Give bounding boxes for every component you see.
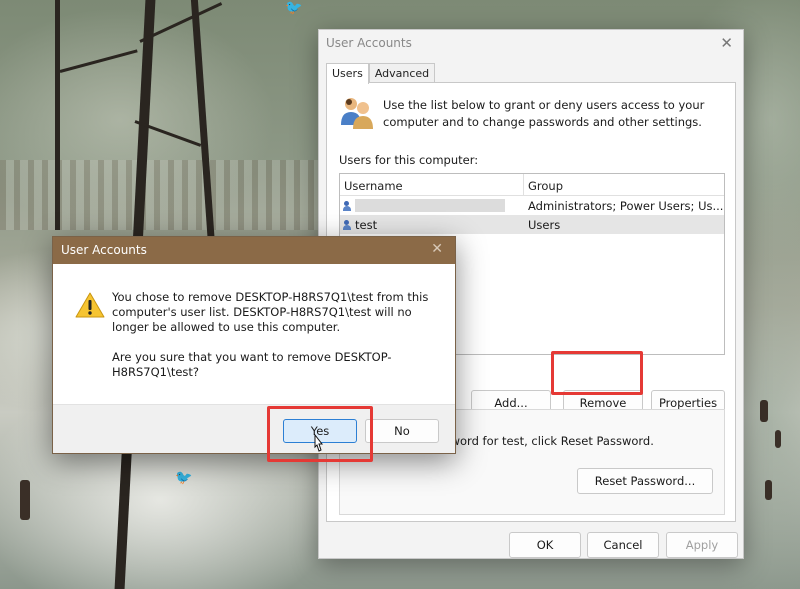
username-text: test — [355, 217, 378, 232]
close-icon[interactable]: ✕ — [431, 241, 443, 257]
table-row-selected[interactable]: test Users — [340, 215, 724, 234]
column-header-group[interactable]: Group — [524, 174, 724, 195]
dialog-title: User Accounts — [61, 243, 147, 257]
dialog-message-line2: Are you sure that you want to remove DES… — [112, 350, 392, 379]
remove-highlight-box — [551, 351, 643, 395]
dialog-message-line1: You chose to remove DESKTOP-H8RS7Q1\test… — [112, 290, 429, 334]
confirm-remove-dialog: User Accounts ✕ You chose to remove DESK… — [52, 236, 456, 454]
tab-advanced[interactable]: Advanced — [368, 63, 436, 83]
bird-icon: 🐦 — [175, 470, 193, 486]
username-cell — [340, 199, 524, 212]
table-row[interactable]: Administrators; Power Users; Us... — [340, 196, 724, 215]
column-header-username[interactable]: Username — [340, 174, 524, 195]
user-icon — [343, 219, 353, 230]
group-cell: Users — [528, 217, 561, 232]
ok-button[interactable]: OK — [509, 532, 581, 558]
dialog-message: You chose to remove DESKTOP-H8RS7Q1\test… — [112, 290, 442, 395]
close-icon[interactable]: ✕ — [720, 34, 733, 52]
users-list-label: Users for this computer: — [339, 153, 479, 167]
wallpaper-tree — [55, 0, 60, 230]
username-cell: test — [340, 218, 524, 232]
wallpaper-branch — [59, 49, 138, 73]
group-cell: Administrators; Power Users; Us... — [528, 198, 724, 213]
wallpaper-figure — [765, 480, 772, 500]
tab-users[interactable]: Users — [326, 63, 369, 84]
users-icon — [341, 98, 373, 129]
listview-header: Username Group — [340, 174, 724, 196]
bird-icon: 🐦 — [285, 0, 303, 16]
warning-icon — [75, 292, 105, 318]
tab-strip: Users Advanced — [326, 63, 436, 84]
dialog-titlebar: User Accounts ✕ — [53, 237, 455, 264]
cancel-button[interactable]: Cancel — [587, 532, 659, 558]
wallpaper-village — [0, 160, 320, 230]
reset-password-button[interactable]: Reset Password... — [577, 468, 713, 494]
wallpaper-figure — [20, 480, 30, 520]
no-button[interactable]: No — [365, 419, 439, 443]
blurred-username — [355, 199, 505, 212]
mouse-cursor-icon — [314, 434, 324, 452]
window-title: User Accounts — [326, 36, 412, 50]
intro-text: Use the list below to grant or deny user… — [383, 98, 705, 129]
user-icon — [343, 200, 353, 211]
wallpaper-figure — [760, 400, 768, 422]
dialog-footer: Yes No — [53, 404, 455, 453]
apply-button[interactable]: Apply — [666, 532, 738, 558]
wallpaper-figure — [775, 430, 781, 448]
